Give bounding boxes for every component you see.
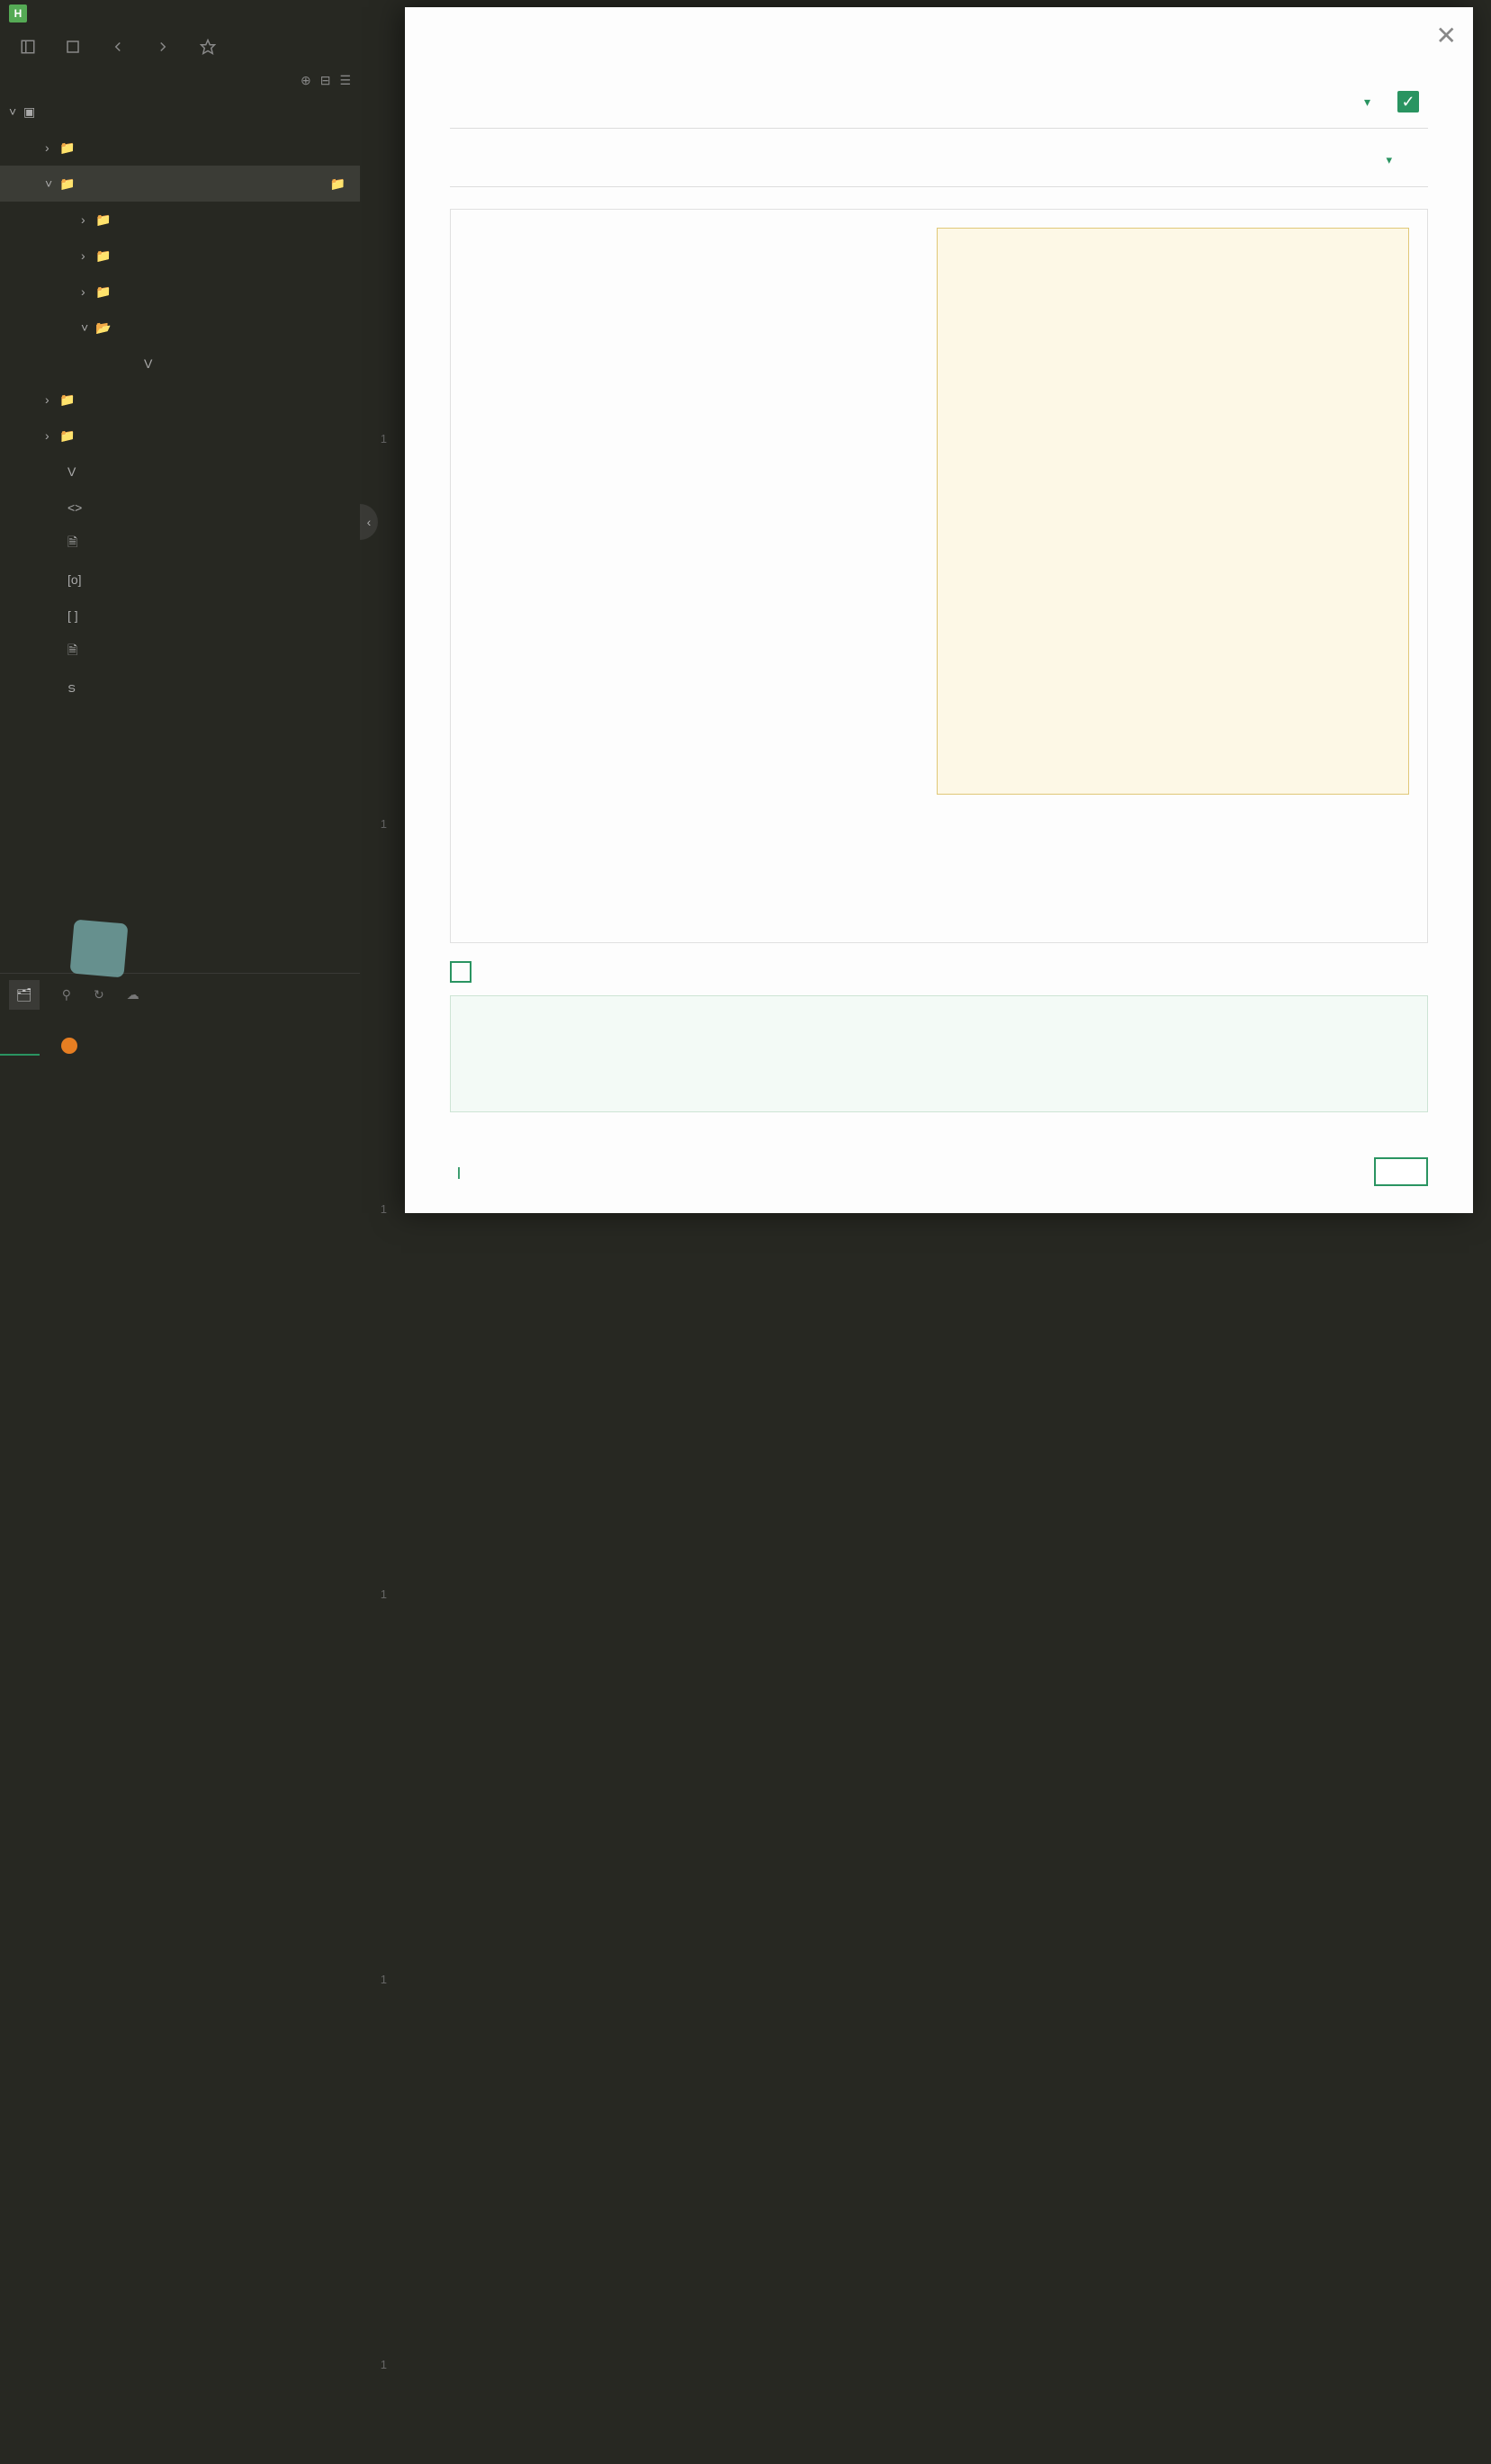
forward-icon[interactable] [153, 37, 173, 57]
tree-static[interactable]: ›📁 [0, 382, 360, 418]
same-dir-checkbox[interactable]: ✓ [1397, 91, 1428, 112]
tree-pagesjson[interactable]: [ ] [0, 598, 360, 634]
app-logo: H [9, 4, 27, 22]
cloud-icon[interactable]: ☁ [127, 987, 139, 1003]
panel-icon[interactable] [18, 37, 38, 57]
tree-unipromise[interactable]: 🗎 [0, 634, 360, 670]
tree-appvue[interactable]: V [0, 454, 360, 490]
tree-indexhtml[interactable]: <> [0, 490, 360, 526]
tree-tools: ⊕ ⊟ ☰ [0, 67, 360, 94]
console-tab-h5[interactable] [40, 1036, 79, 1056]
path-dropdown-icon[interactable]: ▾ [1386, 153, 1392, 167]
file-tree: ˅▣ ›📁 ˅📁📁 ›📁 ›📁 ›📁 ˅📂 V ›📁 ›📁 V <> 🗎 [o]… [0, 94, 360, 973]
tree-unpackage[interactable]: ›📁 [0, 418, 360, 454]
tree-font[interactable]: ›📁 [0, 130, 360, 166]
register-checkbox[interactable] [450, 961, 472, 983]
tree-root[interactable]: ˅▣ [0, 94, 360, 130]
menu-icon[interactable]: ☰ [339, 73, 351, 88]
save-icon[interactable] [63, 37, 83, 57]
tree-test2[interactable]: ›📁 [0, 274, 360, 310]
locate-icon[interactable]: ⊕ [301, 73, 311, 88]
create-button[interactable] [1374, 1157, 1428, 1186]
tree-uniscss[interactable]: ട [0, 670, 360, 706]
explorer-icon[interactable]: 🗂 [9, 980, 40, 1010]
console-body [0, 1056, 360, 1112]
tree-mainjs[interactable]: 🗎 [0, 526, 360, 562]
page-name-input[interactable] [450, 93, 1348, 112]
bottom-bar: 🗂 ⚲ ↻ ☁ [0, 973, 360, 1016]
pages-json-preview [450, 995, 1428, 1112]
sidebar: ⊕ ⊟ ☰ ˅▣ ›📁 ˅📁📁 ›📁 ›📁 ›📁 ˅📂 V ›📁 ›📁 V <>… [0, 67, 360, 1232]
template-list[interactable] [451, 210, 919, 942]
template-preview [919, 210, 1427, 942]
new-page-modal: ✕ ✓ ▾ [405, 7, 1473, 1213]
collapse-icon[interactable]: ⊟ [320, 73, 331, 88]
tree-manifest[interactable]: [o] [0, 562, 360, 598]
close-icon[interactable]: ✕ [1436, 23, 1457, 49]
tree-index[interactable]: ›📁 [0, 238, 360, 274]
star-icon[interactable] [198, 37, 218, 57]
editor-gutter: 1111111122 [360, 67, 396, 1232]
console-tab-main[interactable] [0, 1036, 40, 1056]
tree-testmvvm-file[interactable]: V [0, 346, 360, 382]
tree-home[interactable]: ›📁 [0, 202, 360, 238]
file-type-select[interactable] [1348, 94, 1370, 110]
tree-testmvvm[interactable]: ˅📂 [0, 310, 360, 346]
console-badge [61, 1038, 77, 1054]
tree-pages[interactable]: ˅📁📁 [0, 166, 360, 202]
debug-icon[interactable]: ⚲ [62, 987, 71, 1003]
back-icon[interactable] [108, 37, 128, 57]
sync-icon[interactable]: ↻ [94, 987, 104, 1003]
console [0, 1016, 360, 1232]
